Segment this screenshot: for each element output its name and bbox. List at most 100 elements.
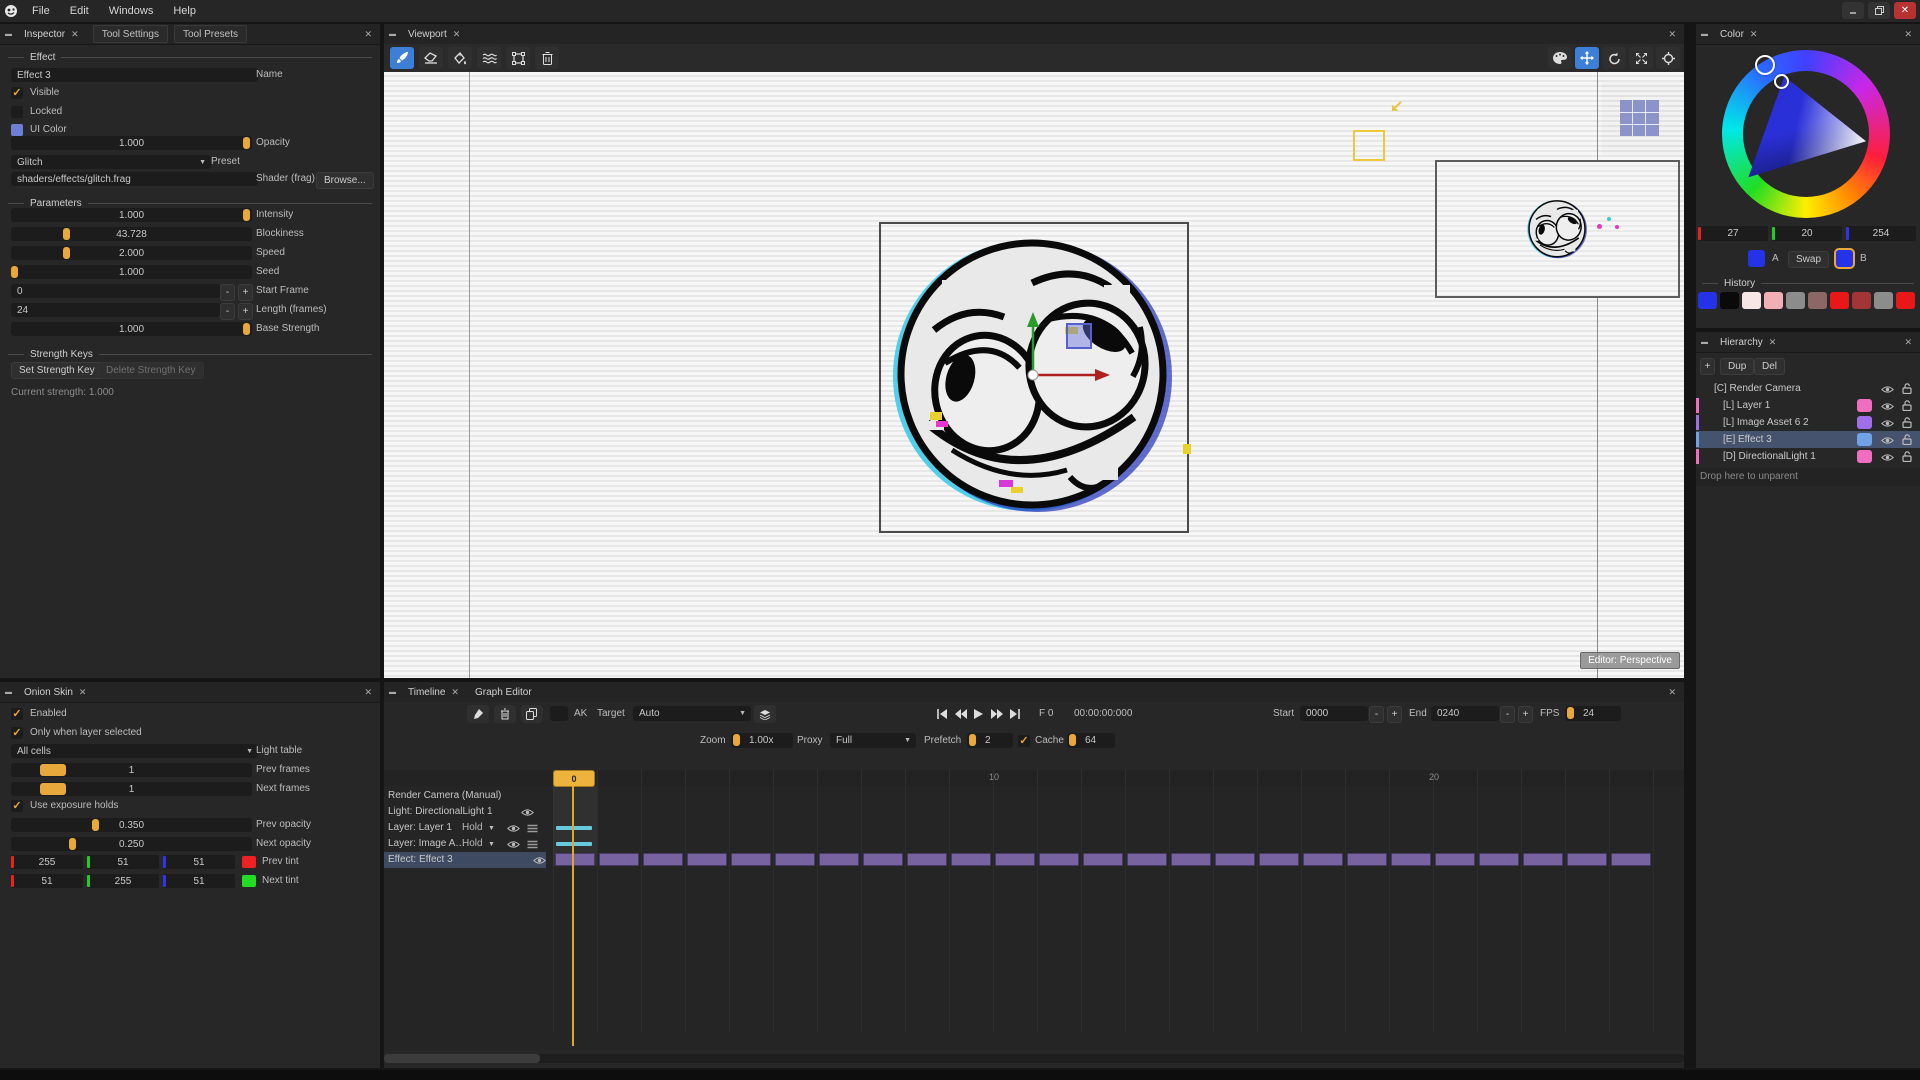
effect-frame-block[interactable] [863,853,903,866]
menu-windows[interactable]: Windows [99,5,164,17]
end-plus-button[interactable]: + [1518,706,1533,723]
hold-mode-dropdown[interactable]: Hold [462,837,483,851]
effect-frame-block[interactable] [555,853,595,866]
lock-open-icon[interactable] [1901,400,1912,411]
node-color-swatch[interactable] [1857,399,1872,412]
effect-frame-block[interactable] [1523,853,1563,866]
eye-icon[interactable] [532,855,546,865]
effect-frame-block[interactable] [1347,853,1387,866]
effect-frame-block[interactable] [1567,853,1607,866]
history-swatch[interactable] [1874,292,1893,309]
exposure-bar[interactable] [556,826,592,830]
brush-tool-button[interactable] [390,47,414,69]
cache-slider[interactable]: 64 [1067,733,1115,748]
decrement-button[interactable]: - [220,284,235,301]
start-field[interactable]: 0000 [1300,706,1368,721]
paint-bucket-tool-button[interactable] [448,47,472,69]
history-swatch[interactable] [1808,292,1827,309]
play-button[interactable] [971,706,986,721]
panel-menu-icon[interactable]: ▬ [384,31,400,38]
eye-icon[interactable] [506,839,520,849]
hue-handle[interactable] [1755,55,1775,75]
playhead-line[interactable] [572,786,574,1046]
start-plus-button[interactable]: + [1387,706,1402,723]
history-swatch[interactable] [1720,292,1739,309]
hierarchy-row[interactable]: [C] Render Camera [1696,380,1920,397]
prefetch-slider[interactable]: 2 [967,733,1013,748]
start-frame-field[interactable]: 0 [11,284,220,298]
hold-mode-dropdown[interactable]: Hold [462,821,483,835]
blockiness-slider[interactable]: 43.728 [11,227,252,241]
node-color-swatch[interactable] [1857,433,1872,446]
visible-checkbox[interactable]: ✓ [11,87,23,99]
close-panel-icon[interactable]: ✕ [1668,687,1676,698]
lock-open-icon[interactable] [1901,383,1912,394]
node-color-swatch[interactable] [1857,416,1872,429]
speed-slider[interactable]: 2.000 [11,246,252,260]
sv-handle[interactable] [1774,74,1789,89]
shader-field[interactable]: shaders/effects/glitch.frag [11,172,258,186]
menu-help[interactable]: Help [163,5,206,17]
palette-nav-button[interactable] [1548,47,1572,69]
prev-frames-slider[interactable]: 1 [11,763,252,777]
add-node-button[interactable]: + [1700,358,1715,375]
light-gizmo-square[interactable] [1353,130,1385,161]
waves-tool-button[interactable] [477,47,501,69]
expand-nav-button[interactable] [1629,47,1653,69]
history-swatch[interactable] [1786,292,1805,309]
tab-graph-editor[interactable]: Graph Editor [467,682,540,702]
close-panel-icon[interactable]: ✕ [1668,29,1676,40]
marker-tool-button[interactable] [467,705,489,723]
history-swatch[interactable] [1830,292,1849,309]
rewind-button[interactable] [953,706,968,721]
trash-tool-button[interactable] [535,47,559,69]
transform-frame-tool-button[interactable] [506,47,530,69]
end-field[interactable]: 0240 [1431,706,1499,721]
close-icon[interactable]: ✕ [1750,29,1758,40]
stack-icon[interactable] [526,839,538,849]
fps-slider[interactable]: 24 [1565,706,1621,721]
zoom-slider[interactable]: 1.00x [731,733,793,748]
effect-frame-block[interactable] [731,853,771,866]
effect-frame-block[interactable] [1215,853,1255,866]
scrollbar-thumb[interactable] [384,1054,540,1063]
eye-icon[interactable] [1880,435,1894,445]
effect-frame-block[interactable] [1039,853,1079,866]
next-frames-slider[interactable]: 1 [11,782,252,796]
track-row[interactable]: Layer: Image A…Hold▼ [384,836,1684,852]
tab-onion-skin[interactable]: Onion Skin✕ [16,682,94,702]
browse-button[interactable]: Browse... [316,172,374,189]
skip-end-button[interactable] [1007,706,1022,721]
lock-open-icon[interactable] [1901,417,1912,428]
tab-tool-settings[interactable]: Tool Settings [93,25,168,43]
effect-frame-block[interactable] [1171,853,1211,866]
move-nav-button[interactable] [1575,47,1599,69]
duplicate-node-button[interactable]: Dup [1720,358,1754,375]
ui-color-swatch[interactable] [11,124,23,136]
proxy-dropdown[interactable]: Full▼ [830,733,916,748]
transform-gizmo[interactable] [984,297,1124,392]
fast-forward-button[interactable] [989,706,1004,721]
light-table-dropdown[interactable]: All cells▼ [11,744,258,758]
next-tint-r-field[interactable]: 51 [11,874,83,888]
panel-menu-icon[interactable]: ▬ [0,689,16,696]
preset-dropdown[interactable]: Glitch▼ [11,155,211,169]
track-row[interactable]: Render Camera (Manual) [384,788,1684,804]
close-icon[interactable]: ✕ [451,687,459,698]
prev-tint-b-field[interactable]: 51 [163,855,235,869]
unparent-drop-zone[interactable]: Drop here to unparent [1696,468,1920,486]
end-minus-button[interactable]: - [1500,706,1515,723]
playhead[interactable]: 0 [553,770,595,787]
history-swatch[interactable] [1698,292,1717,309]
cache-checkbox[interactable]: ✓ [1018,735,1030,747]
effect-frame-block[interactable] [599,853,639,866]
effect-frame-block[interactable] [1127,853,1167,866]
target-nav-button[interactable] [1656,47,1680,69]
prev-opacity-slider[interactable]: 0.350 [11,818,252,832]
effect-frame-block[interactable] [1083,853,1123,866]
effect-frame-block[interactable] [687,853,727,866]
effect-frame-block[interactable] [1303,853,1343,866]
ak-checkbox[interactable] [550,706,568,721]
effect-frame-block[interactable] [1479,853,1519,866]
close-icon[interactable]: ✕ [71,29,79,40]
